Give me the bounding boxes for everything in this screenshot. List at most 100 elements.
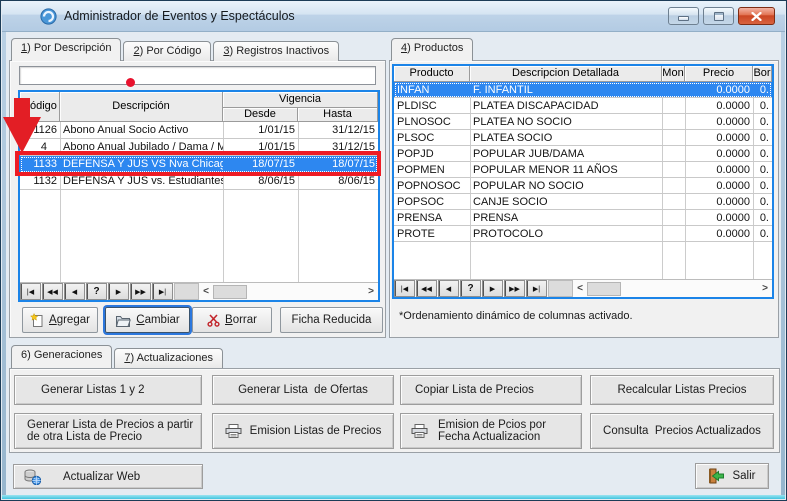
search-input[interactable] [19, 66, 376, 85]
salir-button[interactable]: Salir [695, 463, 769, 489]
cell-producto: POPMEN [394, 162, 470, 177]
scroll-left-icon[interactable]: < [199, 284, 213, 300]
table-row[interactable]: 1126 Abono Anual Socio Activo 1/01/15 31… [20, 122, 378, 139]
nav-next-button[interactable]: ▶ [482, 280, 503, 297]
nav-first-button[interactable]: |◀ [394, 280, 415, 297]
nav-prev-button[interactable]: ◀ [438, 280, 459, 297]
consulta-precios-actualizados-button[interactable]: Consulta Precios Actualizados [590, 413, 774, 449]
generar-lista-ofertas-button[interactable]: Generar Lista de Ofertas [212, 375, 394, 405]
copiar-lista-precios-button[interactable]: Copiar Lista de Precios [400, 375, 582, 405]
nav-first-button[interactable]: |◀ [20, 283, 41, 300]
cell-precio: 0.0000 [685, 114, 753, 129]
printer-icon [225, 424, 242, 438]
tab-productos[interactable]: 4) Productos [391, 38, 473, 61]
column-header-descripcion[interactable]: Descripción [60, 92, 223, 122]
table-row[interactable]: POPJD POPULAR JUB/DAMA 0.0000 0. [394, 146, 772, 162]
column-header-descripcion-detallada[interactable]: Descripcion Detallada [470, 66, 662, 82]
nav-search-button[interactable]: ? [460, 280, 481, 297]
cambiar-button[interactable]: Cambiar [105, 307, 190, 333]
emision-pcios-fecha-button[interactable]: Emision de Pcios por Fecha Actualizacion [400, 413, 582, 449]
column-header-codigo[interactable]: Código [20, 92, 60, 122]
cell-descripcion: POPULAR MENOR 11 AÑOS [470, 162, 662, 177]
maximize-icon [714, 12, 724, 21]
nav-search-button[interactable]: ? [86, 283, 107, 300]
table-row[interactable]: 1132 DEFENSA Y JUS vs. Estudiantes L 8/0… [20, 173, 378, 190]
column-header-precio[interactable]: Precio [685, 66, 753, 82]
window-title: Administrador de Eventos y Espectáculos [64, 9, 295, 23]
table-row[interactable]: PLSOC PLATEA SOCIO 0.0000 0. [394, 130, 772, 146]
cell-hasta: 31/12/15 [298, 139, 378, 155]
column-header-borrado[interactable]: Bor [753, 66, 772, 82]
borrar-button[interactable]: Borrar [192, 307, 272, 333]
scroll-right-icon[interactable]: > [364, 284, 378, 300]
cell-descripcion: PLATEA SOCIO [470, 130, 662, 145]
cell-moneda [662, 114, 685, 129]
horizontal-scrollbar[interactable]: < > [199, 283, 378, 300]
scroll-left-icon[interactable]: < [573, 281, 587, 297]
cell-borrado: 0. [753, 98, 772, 113]
table-row-selected[interactable]: INFAN F. INFANTIL 0.0000 0. [394, 82, 772, 98]
table-row[interactable]: 4 Abono Anual Jubilado / Dama / M 1/01/1… [20, 139, 378, 156]
column-header-vigencia[interactable]: Vigencia [223, 92, 378, 108]
events-grid: Código Descripción Vigencia Desde Hasta … [18, 90, 380, 302]
cell-borrado: 0. [753, 146, 772, 161]
table-row[interactable]: PLNOSOC PLATEA NO SOCIO 0.0000 0. [394, 114, 772, 130]
table-row[interactable]: POPMEN POPULAR MENOR 11 AÑOS 0.0000 0. [394, 162, 772, 178]
nav-fast-rewind-button[interactable]: ◀◀ [416, 280, 437, 297]
app-logo-icon [40, 8, 57, 25]
cell-moneda [662, 162, 685, 177]
generar-lista-precios-partir-button[interactable]: Generar Lista de Precios a partir de otr… [14, 413, 202, 449]
cell-borrado: 0. [753, 194, 772, 209]
cell-moneda [662, 194, 685, 209]
emision-listas-precios-button[interactable]: Emision Listas de Precios [212, 413, 394, 449]
table-row[interactable]: PROTE PROTOCOLO 0.0000 0. [394, 226, 772, 242]
actualizar-web-button[interactable]: Actualizar Web [13, 464, 203, 489]
column-header-producto[interactable]: Producto [394, 66, 470, 82]
cell-borrado: 0. [753, 210, 772, 225]
table-row[interactable]: PLDISC PLATEA DISCAPACIDAD 0.0000 0. [394, 98, 772, 114]
cell-borrado: 0. [753, 178, 772, 193]
nav-last-button[interactable]: ▶| [526, 280, 547, 297]
scroll-right-icon[interactable]: > [758, 281, 772, 297]
right-tabstrip: 4) Productos [391, 38, 475, 61]
title-bar[interactable]: Administrador de Eventos y Espectáculos [2, 1, 785, 32]
scrollbar-thumb[interactable] [587, 282, 621, 296]
column-header-desde[interactable]: Desde [223, 108, 298, 122]
bottom-tab-page: Generar Listas 1 y 2 Generar Lista de Of… [9, 368, 780, 453]
minimize-button[interactable] [668, 7, 699, 25]
table-row-selected[interactable]: 1133 DEFENSA Y JUS VS Nva Chicago 18/07/… [20, 156, 378, 173]
tab-generaciones[interactable]: 6) Generaciones [11, 345, 112, 368]
scrollbar-thumb[interactable] [213, 285, 247, 299]
nav-next-button[interactable]: ▶ [108, 283, 129, 300]
table-row[interactable]: POPNOSOC POPULAR NO SOCIO 0.0000 0. [394, 178, 772, 194]
left-tabstrip: 1) Por Descripción 2) Por Código 3) Regi… [11, 38, 341, 61]
ficha-reducida-button[interactable]: Ficha Reducida [280, 307, 383, 333]
nav-last-button[interactable]: ▶| [152, 283, 173, 300]
maximize-button[interactable] [703, 7, 734, 25]
table-row[interactable]: POPSOC CANJE SOCIO 0.0000 0. [394, 194, 772, 210]
tab-por-descripcion[interactable]: 1) Por Descripción [11, 38, 121, 61]
nav-fast-forward-button[interactable]: ▶▶ [130, 283, 151, 300]
agregar-button[interactable]: Agregar [22, 307, 98, 333]
close-button[interactable] [738, 7, 775, 25]
cell-descripcion: Abono Anual Socio Activo [60, 122, 223, 138]
generar-listas-1y2-button[interactable]: Generar Listas 1 y 2 [14, 375, 202, 405]
recalcular-listas-precios-button[interactable]: Recalcular Listas Precios [590, 375, 774, 405]
column-header-moneda[interactable]: Mon [662, 66, 685, 82]
tab-por-codigo[interactable]: 2) Por Código [123, 41, 211, 61]
cell-moneda [662, 98, 685, 113]
cell-hasta: 8/06/15 [298, 173, 378, 189]
table-row[interactable]: PRENSA PRENSA 0.0000 0. [394, 210, 772, 226]
cell-moneda [662, 82, 685, 97]
events-grid-body: 1126 Abono Anual Socio Activo 1/01/15 31… [20, 122, 378, 282]
edit-folder-icon [115, 314, 131, 327]
tab-registros-inactivos[interactable]: 3) Registros Inactivos [213, 41, 339, 61]
nav-fast-rewind-button[interactable]: ◀◀ [42, 283, 63, 300]
nav-prev-button[interactable]: ◀ [64, 283, 85, 300]
tab-actualizaciones[interactable]: 7) Actualizaciones [114, 348, 223, 368]
horizontal-scrollbar[interactable]: < > [573, 280, 772, 297]
nav-fast-forward-button[interactable]: ▶▶ [504, 280, 525, 297]
cell-descripcion: POPULAR JUB/DAMA [470, 146, 662, 161]
cell-desde: 1/01/15 [223, 122, 298, 138]
column-header-hasta[interactable]: Hasta [298, 108, 378, 122]
